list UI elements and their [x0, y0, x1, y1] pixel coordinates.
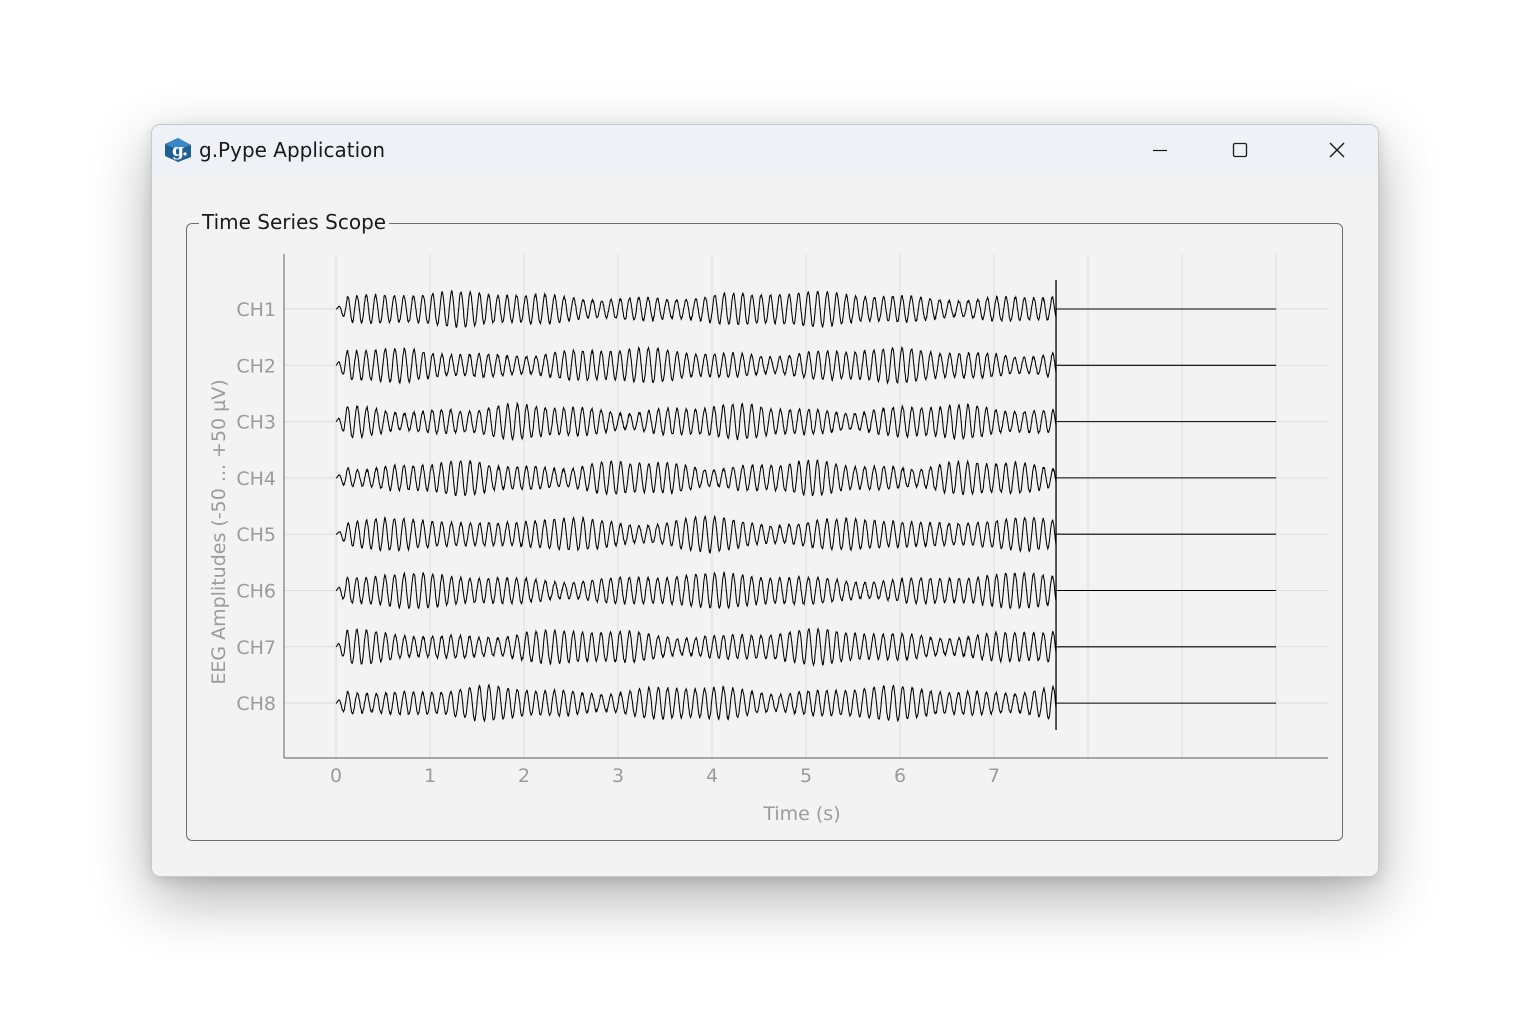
time-series-plot: CH1 CH2 CH3 CH4 CH5 CH6 CH7 CH8 0 1 2 3 4 5 6 7 Time (s)…	[208, 254, 1328, 825]
x-tick-label: 3	[612, 765, 624, 787]
channel-label: CH7	[236, 637, 276, 659]
channel-label: CH5	[236, 524, 276, 546]
x-tick-label: 7	[988, 765, 1000, 787]
channel-label: CH8	[236, 693, 276, 715]
channel-label: CH2	[236, 355, 276, 377]
x-tick-label: 5	[800, 765, 812, 787]
channel-label: CH6	[236, 581, 276, 603]
x-axis-label: Time (s)	[762, 803, 840, 825]
x-tick-label: 4	[706, 765, 718, 787]
x-tick-label: 6	[894, 765, 906, 787]
app-window: g g.Pype Application Time Series Scope C…	[151, 124, 1379, 877]
channel-label: CH3	[236, 412, 276, 434]
x-tick-label: 1	[424, 765, 436, 787]
channel-label: CH1	[236, 299, 276, 321]
x-tick-label: 2	[518, 765, 530, 787]
channel-label: CH4	[236, 468, 276, 490]
x-tick-label: 0	[330, 765, 342, 787]
y-axis-label: EEG Amplitudes (-50 ... +50 µV)	[208, 379, 230, 684]
